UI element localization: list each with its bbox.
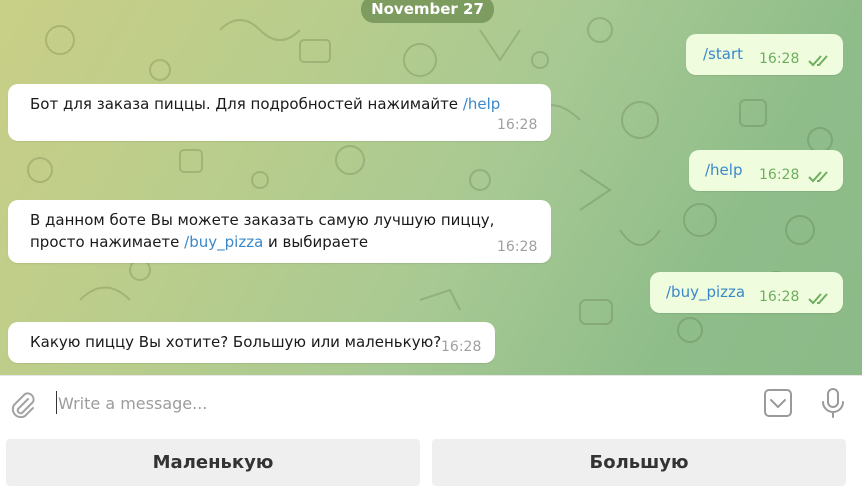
outgoing-message[interactable]: /start 16:28 bbox=[686, 34, 843, 75]
date-separator: November 27 bbox=[361, 0, 494, 23]
reply-keyboard: Маленькую Большую bbox=[0, 431, 862, 488]
bot-command-link[interactable]: /help bbox=[705, 159, 742, 181]
message-text-part: просто нажимаете bbox=[30, 233, 185, 251]
text-caret bbox=[56, 391, 57, 414]
bot-command-link[interactable]: /buy_pizza bbox=[184, 233, 263, 251]
message-text: Бот для заказа пиццы. Для подробностей н… bbox=[30, 93, 500, 115]
outgoing-message[interactable]: /buy_pizza 16:28 bbox=[650, 272, 843, 313]
bot-command-link[interactable]: /help bbox=[463, 95, 500, 113]
microphone-icon[interactable] bbox=[818, 387, 848, 419]
chat-area[interactable]: November 27 /start 16:28 Бот для заказа … bbox=[0, 0, 862, 375]
bot-command-link[interactable]: /start bbox=[703, 43, 743, 65]
message-text-line: просто нажимаете /buy_pizza и выбираете bbox=[30, 231, 368, 253]
reply-button-large[interactable]: Большую bbox=[432, 439, 846, 486]
message-composer bbox=[0, 375, 862, 431]
incoming-message[interactable]: В данном боте Вы можете заказать самую л… bbox=[8, 200, 551, 263]
message-text-line: В данном боте Вы можете заказать самую л… bbox=[30, 211, 495, 229]
message-text-part: и выбираете bbox=[263, 233, 369, 251]
double-check-icon bbox=[808, 293, 828, 305]
double-check-icon bbox=[808, 171, 828, 183]
outgoing-message[interactable]: /help 16:28 bbox=[689, 150, 843, 191]
incoming-message[interactable]: Бот для заказа пиццы. Для подробностей н… bbox=[8, 84, 551, 141]
message-input[interactable] bbox=[58, 389, 738, 417]
message-text: Какую пиццу Вы хотите? Большую или мален… bbox=[30, 333, 442, 351]
message-time: 16:28 bbox=[497, 117, 538, 133]
message-time: 16:28 bbox=[759, 167, 800, 183]
message-time: 16:28 bbox=[441, 339, 482, 355]
paperclip-icon[interactable] bbox=[8, 390, 38, 420]
double-check-icon bbox=[808, 55, 828, 67]
incoming-message[interactable]: Какую пиццу Вы хотите? Большую или мален… bbox=[8, 322, 495, 363]
keyboard-toggle-icon[interactable] bbox=[762, 387, 794, 419]
bot-command-link[interactable]: /buy_pizza bbox=[666, 281, 745, 303]
message-time: 16:28 bbox=[497, 239, 538, 255]
message-time: 16:28 bbox=[759, 289, 800, 305]
message-text-part: Бот для заказа пиццы. Для подробностей н… bbox=[30, 95, 463, 113]
message-time: 16:28 bbox=[759, 51, 800, 67]
reply-button-small[interactable]: Маленькую bbox=[6, 439, 420, 486]
